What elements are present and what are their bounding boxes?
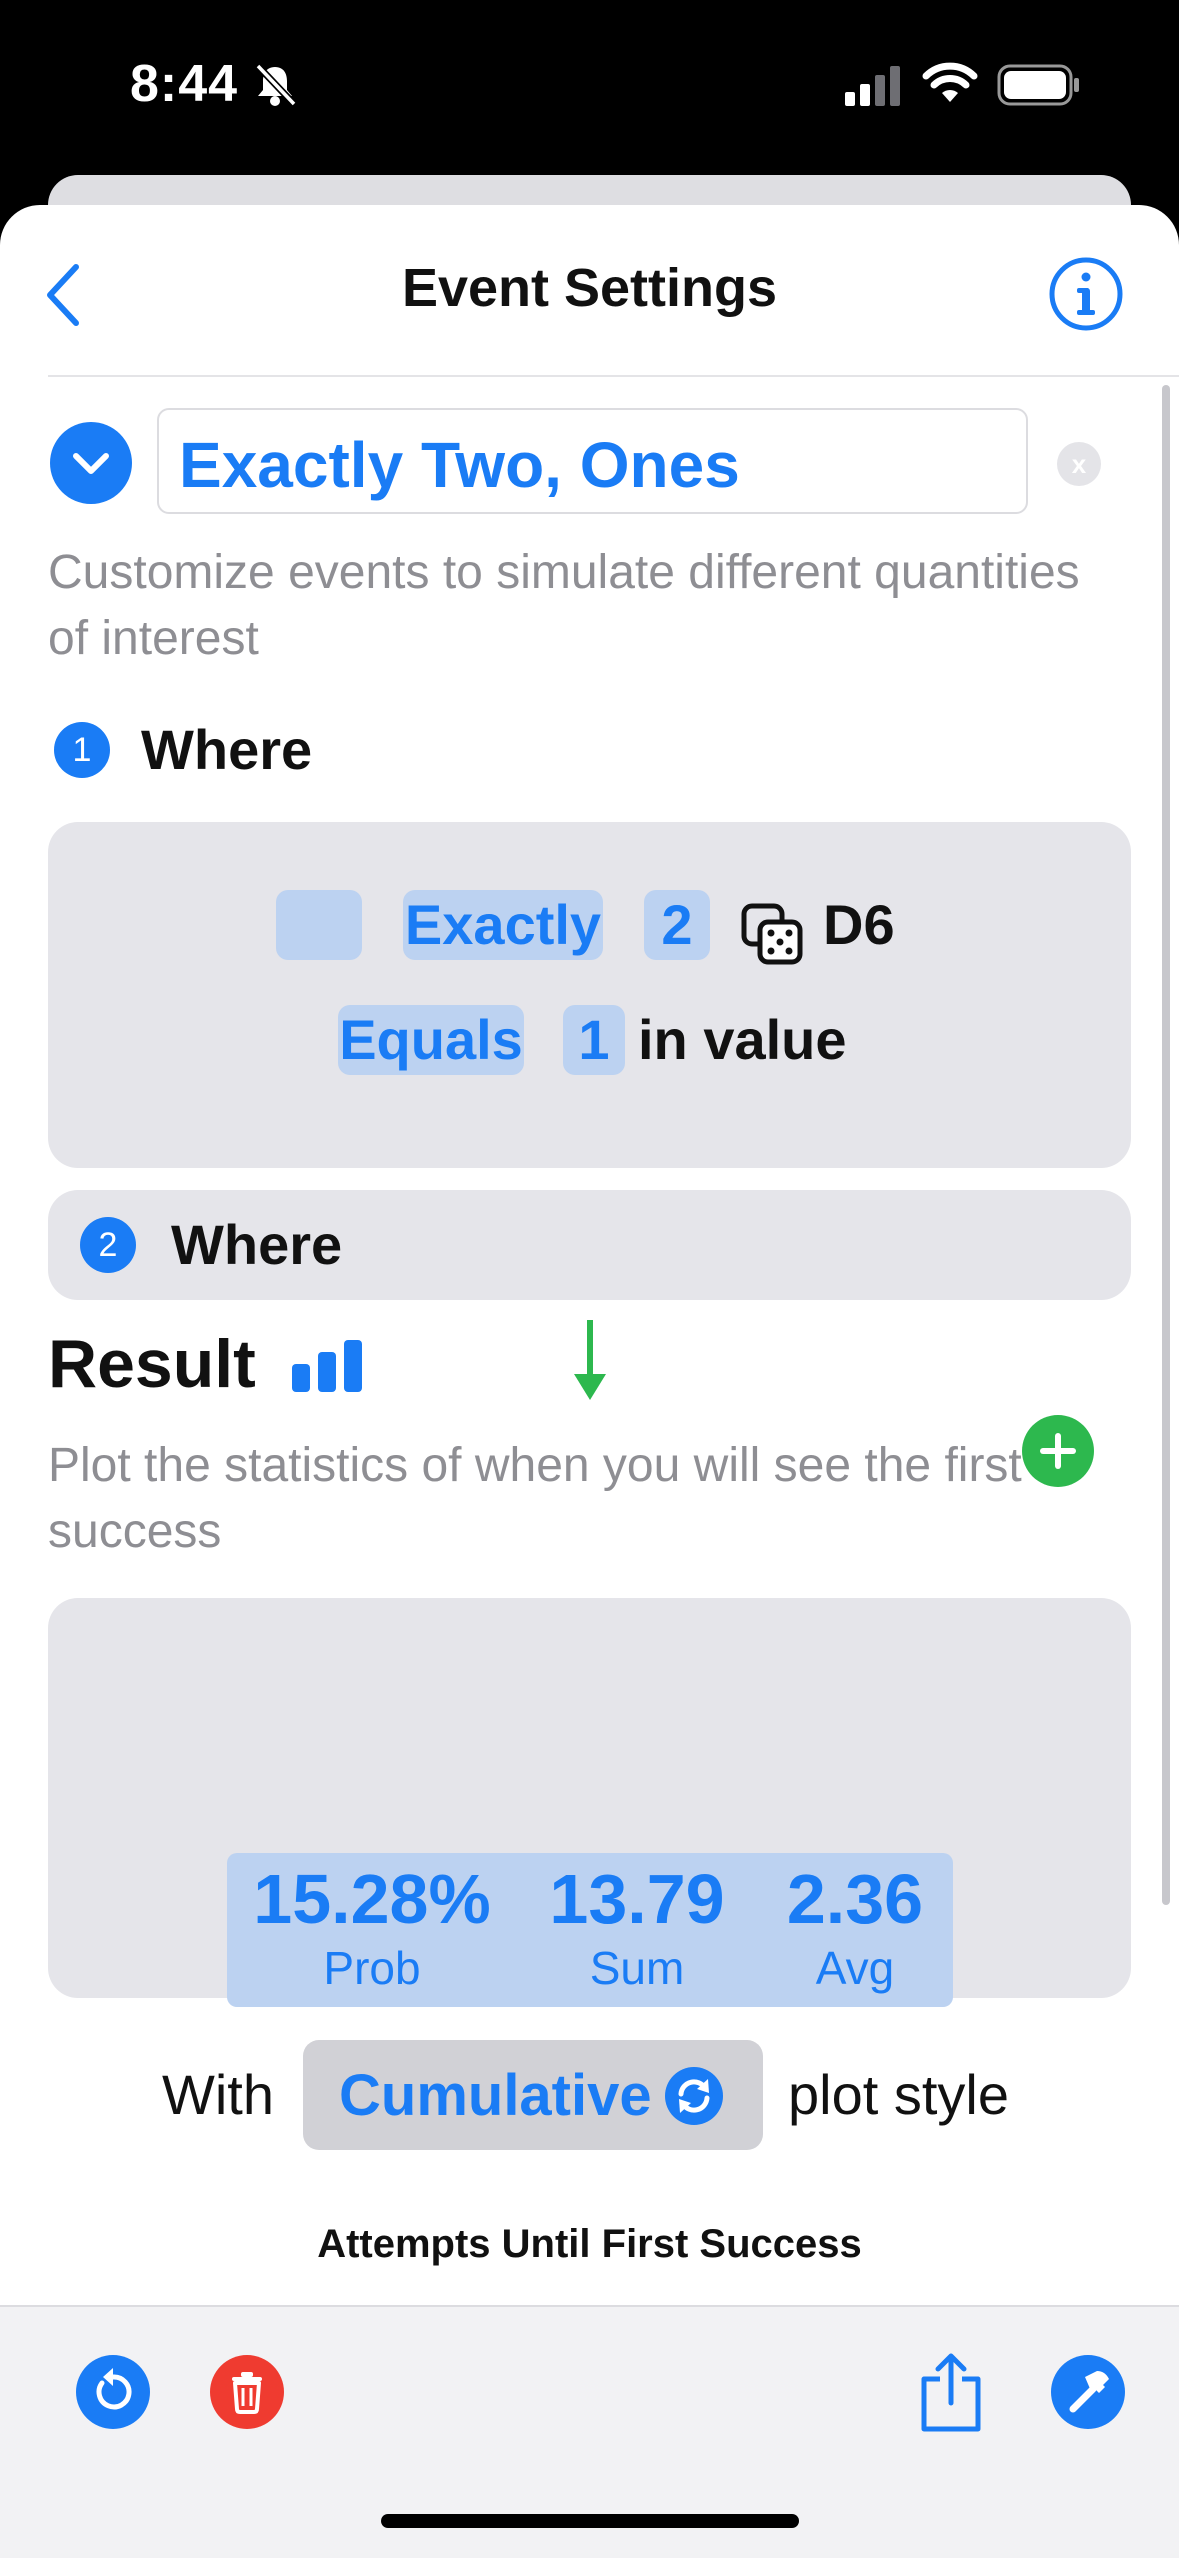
- arrow-down-icon: [574, 1320, 606, 1400]
- status-bar: 8:44: [0, 0, 1179, 175]
- scrollbar[interactable]: [1162, 385, 1170, 1905]
- plot-style-suffix: plot style: [788, 2063, 1009, 2126]
- comparison-chip[interactable]: Equals: [338, 1005, 524, 1075]
- event-name-field[interactable]: Exactly Two, Ones: [157, 408, 1028, 514]
- quantifier-chip[interactable]: Exactly: [403, 890, 603, 960]
- sum-label: Sum: [589, 1942, 685, 1994]
- battery-icon: [997, 64, 1079, 106]
- chevron-down-icon: [73, 453, 109, 474]
- condition-2-row[interactable]: 2 Where: [48, 1190, 1131, 1300]
- result-title: Result: [48, 1326, 256, 1402]
- plot-style-selector[interactable]: Cumulative: [303, 2040, 763, 2150]
- collapse-button[interactable]: [50, 422, 132, 504]
- info-button[interactable]: [1047, 255, 1125, 333]
- stats-summary[interactable]: 15.28% Prob 13.79 Sum 2.36 Avg: [227, 1853, 953, 2007]
- avg-label: Avg: [815, 1942, 895, 1994]
- sum-value: 13.79: [549, 1860, 725, 1938]
- build-button[interactable]: [1051, 2355, 1125, 2429]
- bell-slash-icon: [255, 63, 297, 107]
- dice-icon: [741, 903, 803, 965]
- home-indicator: [381, 2514, 799, 2528]
- nav-divider: [48, 375, 1179, 377]
- plot-style-value: Cumulative: [339, 2063, 652, 2128]
- value-suffix: in value: [638, 1008, 847, 1071]
- bar-chart-icon: [292, 1340, 362, 1392]
- value-chip[interactable]: 1: [563, 1005, 625, 1075]
- condition-1-card: Exactly 2 D6 Equals 1 in value: [48, 822, 1131, 1168]
- condition-2-number: 2: [80, 1217, 136, 1273]
- die-label: D6: [823, 893, 895, 956]
- avg-value: 2.36: [786, 1860, 924, 1938]
- page-title: Event Settings: [401, 258, 778, 318]
- bottom-toolbar: [0, 2305, 1179, 2558]
- prob-label: Prob: [323, 1942, 421, 1994]
- clear-name-button[interactable]: x: [1057, 442, 1101, 486]
- with-label: With: [162, 2063, 274, 2126]
- cellular-signal-icon: [845, 66, 900, 106]
- event-description: Customize events to simulate different q…: [48, 546, 1080, 665]
- count-chip[interactable]: 2: [644, 890, 710, 960]
- status-time: 8:44: [130, 55, 239, 113]
- event-name-value: Exactly Two, Ones: [179, 429, 740, 501]
- condition-1-label: Where: [141, 718, 313, 781]
- blank-chip[interactable]: [276, 890, 362, 960]
- cycle-arrows-icon: [665, 2067, 723, 2125]
- chart-title: Attempts Until First Success: [317, 2222, 862, 2266]
- trash-icon: [210, 2355, 284, 2429]
- reset-icon: [96, 2368, 132, 2410]
- hammer-icon: [1069, 2371, 1109, 2413]
- event-settings-sheet: Event Settings Exactly Two, Ones x Custo…: [0, 205, 1179, 2556]
- condition-2-label: Where: [171, 1213, 343, 1276]
- condition-1-number: 1: [54, 722, 110, 778]
- delete-button[interactable]: [210, 2355, 284, 2429]
- result-description: Plot the statistics of when you will see…: [48, 1439, 1022, 1558]
- share-icon[interactable]: [918, 2351, 984, 2433]
- wifi-icon: [922, 62, 978, 102]
- prob-value: 15.28%: [253, 1860, 491, 1938]
- reset-button[interactable]: [76, 2355, 150, 2429]
